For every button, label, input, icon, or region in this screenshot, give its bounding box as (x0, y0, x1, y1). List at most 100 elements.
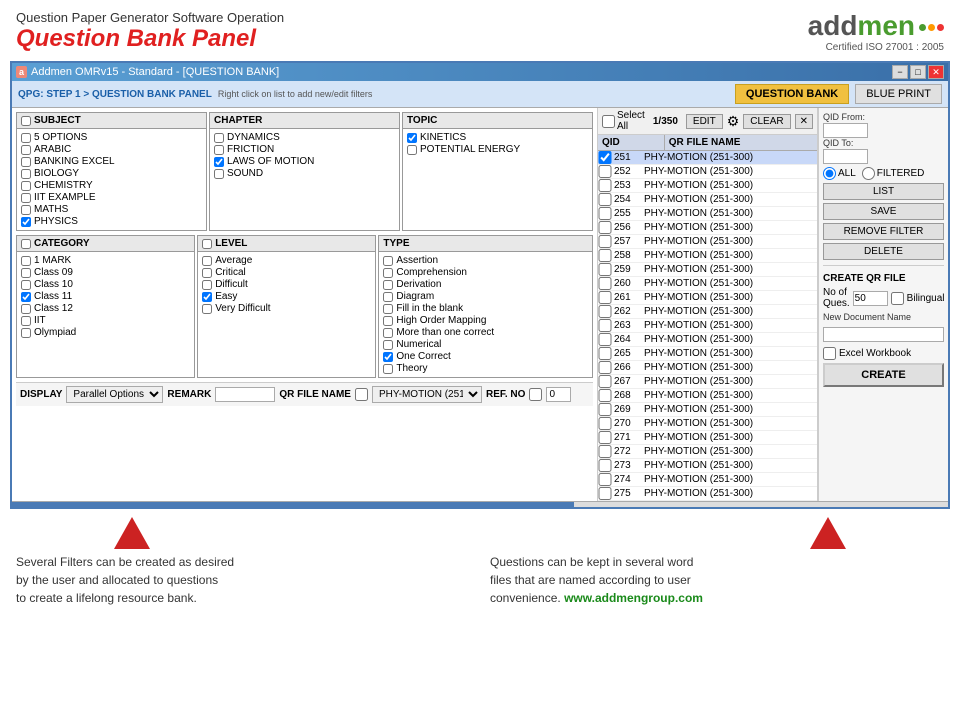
qid-row[interactable]: 252PHY-MOTION (251-300) (598, 165, 817, 179)
qid-row-checkbox[interactable] (598, 193, 612, 206)
filtered-radio[interactable] (862, 167, 875, 180)
type-item-checkbox[interactable] (383, 340, 393, 350)
type-item-checkbox[interactable] (383, 352, 393, 362)
new-doc-name-input[interactable] (823, 327, 944, 342)
level-item-checkbox[interactable] (202, 292, 212, 302)
qid-row[interactable]: 272PHY-MOTION (251-300) (598, 445, 817, 459)
qid-row[interactable]: 271PHY-MOTION (251-300) (598, 431, 817, 445)
qid-from-input[interactable] (823, 123, 868, 138)
qid-row-checkbox[interactable] (598, 347, 612, 360)
level-item-checkbox[interactable] (202, 256, 212, 266)
footer-link[interactable]: www.addmengroup.com (564, 591, 703, 605)
qid-row-checkbox[interactable] (598, 151, 612, 164)
bilingual-checkbox[interactable] (891, 292, 904, 305)
create-button[interactable]: CREATE (823, 363, 944, 387)
all-radio-label[interactable]: ALL (823, 167, 856, 180)
category-item-checkbox[interactable] (21, 328, 31, 338)
qid-row[interactable]: 261PHY-MOTION (251-300) (598, 291, 817, 305)
type-item-checkbox[interactable] (383, 268, 393, 278)
subject-item-checkbox[interactable] (21, 193, 31, 203)
filtered-radio-label[interactable]: FILTERED (862, 167, 925, 180)
edit-button[interactable]: EDIT (686, 114, 723, 129)
qid-row-checkbox[interactable] (598, 333, 612, 346)
subject-item-checkbox[interactable] (21, 205, 31, 215)
subject-item-checkbox[interactable] (21, 181, 31, 191)
qid-row-checkbox[interactable] (598, 459, 612, 472)
qid-row[interactable]: 269PHY-MOTION (251-300) (598, 403, 817, 417)
qid-row-checkbox[interactable] (598, 249, 612, 262)
qid-row-checkbox[interactable] (598, 305, 612, 318)
close-button[interactable]: ✕ (928, 65, 944, 79)
ref-no-cb[interactable] (529, 388, 542, 401)
qid-row[interactable]: 273PHY-MOTION (251-300) (598, 459, 817, 473)
qid-row-checkbox[interactable] (598, 277, 612, 290)
remove-filter-button[interactable]: REMOVE FILTER (823, 223, 944, 240)
level-item-checkbox[interactable] (202, 268, 212, 278)
chapter-item-checkbox[interactable] (214, 145, 224, 155)
all-radio[interactable] (823, 167, 836, 180)
qid-row-checkbox[interactable] (598, 235, 612, 248)
qid-row[interactable]: 258PHY-MOTION (251-300) (598, 249, 817, 263)
qid-row-checkbox[interactable] (598, 431, 612, 444)
qid-row[interactable]: 257PHY-MOTION (251-300) (598, 235, 817, 249)
qid-row-checkbox[interactable] (598, 487, 612, 500)
list-button[interactable]: LIST (823, 183, 944, 200)
qid-row-checkbox[interactable] (598, 417, 612, 430)
maximize-button[interactable]: □ (910, 65, 926, 79)
qid-row-checkbox[interactable] (598, 473, 612, 486)
category-item-checkbox[interactable] (21, 280, 31, 290)
qid-row-checkbox[interactable] (598, 403, 612, 416)
qid-to-input[interactable] (823, 149, 868, 164)
qid-row[interactable]: 266PHY-MOTION (251-300) (598, 361, 817, 375)
qid-row-checkbox[interactable] (598, 361, 612, 374)
qid-row-checkbox[interactable] (598, 445, 612, 458)
chapter-item-checkbox[interactable] (214, 133, 224, 143)
minimize-button[interactable]: − (892, 65, 908, 79)
qid-row-checkbox[interactable] (598, 207, 612, 220)
type-item-checkbox[interactable] (383, 364, 393, 374)
qid-row[interactable]: 259PHY-MOTION (251-300) (598, 263, 817, 277)
type-item-checkbox[interactable] (383, 256, 393, 266)
qid-row[interactable]: 254PHY-MOTION (251-300) (598, 193, 817, 207)
topic-item-checkbox[interactable] (407, 145, 417, 155)
qid-row[interactable]: 256PHY-MOTION (251-300) (598, 221, 817, 235)
qid-row[interactable]: 251PHY-MOTION (251-300) (598, 151, 817, 165)
no-of-ques-input[interactable]: 50 (853, 291, 888, 306)
qr-file-name-cb[interactable] (355, 388, 368, 401)
qid-row-checkbox[interactable] (598, 179, 612, 192)
type-item-checkbox[interactable] (383, 328, 393, 338)
qid-row[interactable]: 265PHY-MOTION (251-300) (598, 347, 817, 361)
qid-row[interactable]: 267PHY-MOTION (251-300) (598, 375, 817, 389)
type-item-checkbox[interactable] (383, 292, 393, 302)
qid-row-checkbox[interactable] (598, 221, 612, 234)
ref-no-input[interactable]: 0 (546, 387, 571, 402)
qid-row-checkbox[interactable] (598, 291, 612, 304)
subject-item-checkbox[interactable] (21, 217, 31, 227)
level-item-checkbox[interactable] (202, 280, 212, 290)
qr-file-select[interactable]: PHY-MOTION (251-300) (372, 386, 482, 403)
display-select[interactable]: Parallel Options (66, 386, 163, 403)
qid-row[interactable]: 260PHY-MOTION (251-300) (598, 277, 817, 291)
level-item-checkbox[interactable] (202, 304, 212, 314)
type-item-checkbox[interactable] (383, 304, 393, 314)
subject-select-all-cb[interactable] (21, 116, 31, 126)
qid-row[interactable]: 270PHY-MOTION (251-300) (598, 417, 817, 431)
qid-row[interactable]: 264PHY-MOTION (251-300) (598, 333, 817, 347)
category-item-checkbox[interactable] (21, 292, 31, 302)
category-item-checkbox[interactable] (21, 316, 31, 326)
remark-input[interactable] (215, 387, 275, 402)
excel-checkbox[interactable] (823, 347, 836, 360)
tab-question-bank[interactable]: QUESTION BANK (735, 84, 849, 104)
category-item-checkbox[interactable] (21, 304, 31, 314)
category-item-checkbox[interactable] (21, 268, 31, 278)
chapter-item-checkbox[interactable] (214, 157, 224, 167)
type-item-checkbox[interactable] (383, 316, 393, 326)
topic-item-checkbox[interactable] (407, 133, 417, 143)
qid-row[interactable]: 275PHY-MOTION (251-300) (598, 487, 817, 501)
subject-item-checkbox[interactable] (21, 145, 31, 155)
select-all-checkbox[interactable] (602, 115, 615, 128)
subject-item-checkbox[interactable] (21, 157, 31, 167)
subject-item-checkbox[interactable] (21, 169, 31, 179)
qid-row[interactable]: 268PHY-MOTION (251-300) (598, 389, 817, 403)
category-item-checkbox[interactable] (21, 256, 31, 266)
